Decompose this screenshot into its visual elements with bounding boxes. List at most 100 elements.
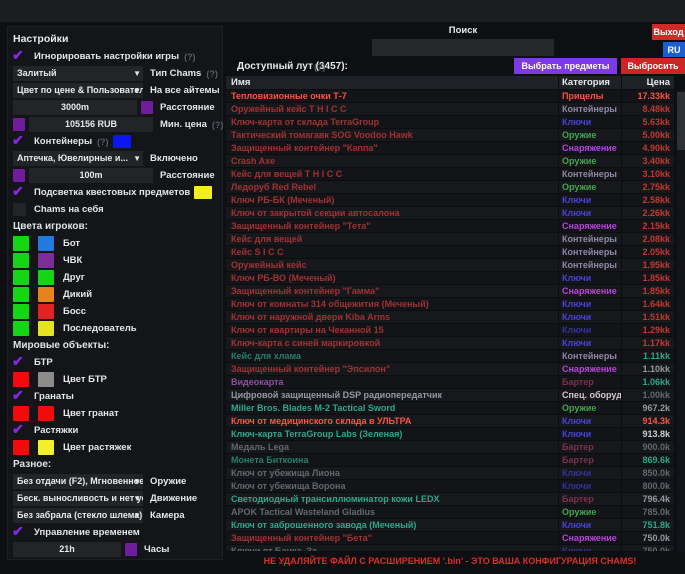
search-input[interactable] [372,39,554,56]
row-weapon: Без отдачи (F2), Мгновенное п ▼ Оружие [13,473,218,490]
table-row[interactable]: Защищенный контейнер "Тета" Снаряжение 2… [226,220,674,233]
help-icon[interactable]: (?) [212,120,224,130]
quest-highlight-swatch[interactable] [194,186,212,199]
containers-checkbox[interactable] [13,135,26,148]
table-row[interactable]: Ключ от комнаты 314 общежития (Меченый) … [226,298,674,311]
table-row[interactable]: Ключ-карта с синей маркировкой Ключи 1.1… [226,337,674,350]
table-row[interactable]: Защищенный контейнер "Каппа" Снаряжение … [226,142,674,155]
containers-filter-select[interactable]: Аптечка, Ювелирные и... ▼ [13,151,143,166]
quest-highlight-checkbox[interactable] [13,186,26,199]
table-row[interactable]: Ключ РБ-БК (Меченый) Ключи 2.58kk [226,194,674,207]
hours-color-swatch[interactable] [125,543,137,556]
table-row[interactable]: Защищенный контейнер "Гамма" Снаряжение … [226,285,674,298]
table-row[interactable]: Цифровой защищенный DSP радиопередатчик … [226,389,674,402]
select-kappa-items-button[interactable]: Выбрать предметы каппа [514,58,617,74]
table-row[interactable]: Кейс для хлама Контейнеры 1.11kk [226,350,674,363]
containers-distance-swatch[interactable] [13,169,25,182]
btr-color-swatch-2[interactable] [38,372,54,387]
table-row[interactable]: Ключ РБ-ВО (Меченый) Ключи 1.85kk [226,272,674,285]
grenade-color-swatch-2[interactable] [38,406,54,421]
chams-self-checkbox[interactable] [13,203,26,216]
tripwires-checkbox[interactable] [13,424,26,437]
player-color-swatch-2[interactable] [38,287,54,302]
table-row[interactable]: Кейс для вещей Контейнеры 2.08kk [226,233,674,246]
player-color-swatch-1[interactable] [13,287,29,302]
player-color-swatch-2[interactable] [38,236,54,251]
containers-color-swatch[interactable] [113,135,131,148]
tripwire-color-swatch-1[interactable] [13,440,29,455]
table-row[interactable]: Тактический томагавк SOG Voodoo Hawk Ору… [226,129,674,142]
table-row[interactable]: Ключи от Банка. За… Ключи 750.0k [226,545,674,551]
table-row[interactable]: Ключ от убежища Лиона Ключи 850.0k [226,467,674,480]
item-name: Miller Bros. Blades M-2 Tactical Sword [226,402,558,414]
ignore-game-settings-checkbox[interactable] [13,50,26,63]
movement-select[interactable]: Беск. выносливость и нет уста ▼ [13,491,143,506]
distance-color-swatch[interactable] [141,101,153,114]
player-color-swatch-1[interactable] [13,304,29,319]
color-mode-select[interactable]: Цвет по цене & Пользователь ▼ [13,83,143,98]
help-icon[interactable]: (?) [97,137,109,147]
item-name: Светодиодный трансиллюминатор кожи LEDX [226,493,558,505]
table-row[interactable]: Защищенный контейнер "Эпсилон" Снаряжени… [226,363,674,376]
language-button[interactable]: RU [663,42,685,57]
table-row[interactable]: Crash Axe Оружие 3.40kk [226,155,674,168]
grenades-checkbox[interactable] [13,390,26,403]
help-icon[interactable]: (?) [314,62,326,72]
weapon-select[interactable]: Без отдачи (F2), Мгновенное п ▼ [13,474,143,489]
distance-input[interactable]: 3000m [13,100,137,115]
camera-select[interactable]: Без забрала (стекло шлема) ▼ [13,508,143,523]
item-name: Ключ-карта с синей маркировкой [226,337,558,349]
item-category: Ключи [558,480,621,492]
scrollbar[interactable] [677,90,685,552]
table-row[interactable]: Тепловизионные очки Т-7 Прицелы 17.33kk [226,90,674,103]
hours-input[interactable]: 21h [13,542,121,557]
table-row[interactable]: Ключ-карта от склада TerraGroup Ключи 5.… [226,116,674,129]
player-color-swatch-2[interactable] [38,321,54,336]
tripwire-color-swatch-2[interactable] [38,440,54,455]
player-color-swatch-1[interactable] [13,253,29,268]
item-price: 796.4k [621,493,674,505]
table-row[interactable]: Ключ от заброшенного завода (Меченый) Кл… [226,519,674,532]
player-color-swatch-1[interactable] [13,270,29,285]
table-row[interactable]: Ключ от закрытой секции автосалона Ключи… [226,207,674,220]
help-icon[interactable]: (?) [184,52,196,62]
table-row[interactable]: Светодиодный трансиллюминатор кожи LEDX … [226,493,674,506]
table-row[interactable]: Miller Bros. Blades M-2 Tactical Sword О… [226,402,674,415]
btr-checkbox[interactable] [13,356,26,369]
player-color-swatch-2[interactable] [38,304,54,319]
drop-all-button[interactable]: Выбросить все [621,58,685,74]
table-row[interactable]: Кейс S I C C Контейнеры 2.05kk [226,246,674,259]
table-row[interactable]: Оружейный кейс T H I C C Контейнеры 8.48… [226,103,674,116]
table-row[interactable]: Ключ от наружной двери Kiba Arms Ключи 1… [226,311,674,324]
table-row[interactable]: Кейс для вещей T H I C C Контейнеры 3.10… [226,168,674,181]
table-row[interactable]: Монета Биткоина Бартер 869.6k [226,454,674,467]
min-price-input[interactable]: 105156 RUB [29,117,153,132]
table-row[interactable]: Видеокарта Бартер 1.06kk [226,376,674,389]
time-control-checkbox[interactable] [13,526,26,539]
table-row[interactable]: Оружейный кейс Контейнеры 1.95kk [226,259,674,272]
table-row[interactable]: Ледоруб Red Rebel Оружие 2.75kk [226,181,674,194]
table-row[interactable]: Ключ от медицинского склада в УЛЬТРА Клю… [226,415,674,428]
player-color-swatch-2[interactable] [38,253,54,268]
min-price-color-swatch[interactable] [13,118,25,131]
player-color-swatch-1[interactable] [13,236,29,251]
table-row[interactable]: Ключ-карта TerraGroup Labs (Зеленая) Клю… [226,428,674,441]
table-row[interactable]: Медаль Lega Бартер 900.0k [226,441,674,454]
table-row[interactable]: Ключ от квартиры на Чеканной 15 Ключи 1.… [226,324,674,337]
containers-distance-input[interactable]: 100m [29,168,153,183]
btr-color-swatch-1[interactable] [13,372,29,387]
chams-type-select[interactable]: Залитый ▼ [13,66,143,81]
player-color-swatch-1[interactable] [13,321,29,336]
player-color-swatch-2[interactable] [38,270,54,285]
scrollbar-thumb[interactable] [677,92,685,150]
table-row[interactable]: Защищенный контейнер "Бета" Снаряжение 7… [226,532,674,545]
item-name: Защищенный контейнер "Бета" [226,532,558,544]
item-name: Медаль Lega [226,441,558,453]
distance-label: Расстояние [160,102,215,113]
help-icon[interactable]: (?) [206,69,218,79]
table-row[interactable]: Ключ от убежища Ворона Ключи 800.0k [226,480,674,493]
table-row[interactable]: APOK Tactical Wasteland Gladius Оружие 7… [226,506,674,519]
exit-button[interactable]: Выход [652,24,685,40]
grenade-color-swatch-1[interactable] [13,406,29,421]
hours-label: Часы [144,544,169,555]
